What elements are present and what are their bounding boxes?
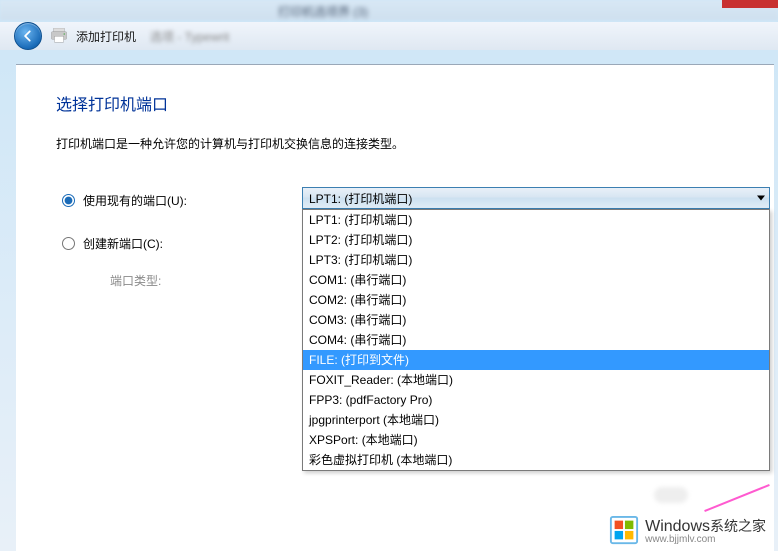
back-arrow-icon	[21, 29, 35, 43]
label-use-existing: 使用现有的端口(U):	[83, 192, 297, 209]
dropdown-item[interactable]: FPP3: (pdfFactory Pro)	[303, 390, 769, 410]
dropdown-item[interactable]: FOXIT_Reader: (本地端口)	[303, 370, 769, 390]
radio-create-new[interactable]	[62, 237, 75, 250]
dropdown-item[interactable]: COM2: (串行端口)	[303, 290, 769, 310]
wizard-page: 选择打印机端口 打印机端口是一种允许您的计算机与打印机交换信息的连接类型。 使用…	[16, 64, 774, 551]
dropdown-item[interactable]: LPT3: (打印机端口)	[303, 250, 769, 270]
port-combobox[interactable]: LPT1: (打印机端口)	[302, 187, 770, 209]
address-bar-text-blur: 打印机选项界 (3)	[278, 3, 368, 20]
watermark-text-block: Windows系统之家 www.bjjmlv.com	[645, 516, 766, 545]
close-button-fragment	[722, 0, 778, 8]
dropdown-item[interactable]: XPSPort: (本地端口)	[303, 430, 769, 450]
dropdown-item[interactable]: LPT1: (打印机端口)	[303, 210, 769, 230]
wizard-title: 添加打印机	[76, 28, 136, 45]
dropdown-item[interactable]: 彩色虚拟打印机 (本地端口)	[303, 450, 769, 470]
watermark-brand: Windows系统之家	[645, 516, 766, 536]
radio-use-existing[interactable]	[62, 194, 75, 207]
page-heading: 选择打印机端口	[56, 91, 734, 115]
dropdown-item-selected[interactable]: FILE: (打印到文件)	[303, 350, 769, 370]
title-bar: 添加打印机 选项 - Typewrit	[0, 22, 778, 50]
dropdown-item[interactable]: LPT2: (打印机端口)	[303, 230, 769, 250]
printer-icon	[50, 28, 68, 44]
dropdown-item[interactable]: COM3: (串行端口)	[303, 310, 769, 330]
label-port-type: 端口类型:	[110, 272, 161, 289]
chevron-down-icon	[757, 196, 765, 201]
combobox-selected-value: LPT1: (打印机端口)	[309, 190, 412, 207]
smudge-decoration	[654, 487, 688, 503]
dropdown-item[interactable]: COM4: (串行端口)	[303, 330, 769, 350]
page-description: 打印机端口是一种允许您的计算机与打印机交换信息的连接类型。	[56, 135, 734, 152]
back-button[interactable]	[14, 22, 42, 50]
watermark: Windows系统之家 www.bjjmlv.com	[609, 515, 766, 545]
port-dropdown-list: LPT1: (打印机端口) LPT2: (打印机端口) LPT3: (打印机端口…	[302, 209, 770, 471]
address-bar-blur: 打印机选项界 (3)	[0, 0, 778, 20]
dropdown-item[interactable]: COM1: (串行端口)	[303, 270, 769, 290]
title-blur-suffix: 选项 - Typewrit	[150, 28, 229, 45]
dropdown-item[interactable]: jpgprinterport (本地端口)	[303, 410, 769, 430]
label-create-new: 创建新端口(C):	[83, 235, 297, 252]
windows-logo-icon	[609, 515, 639, 545]
